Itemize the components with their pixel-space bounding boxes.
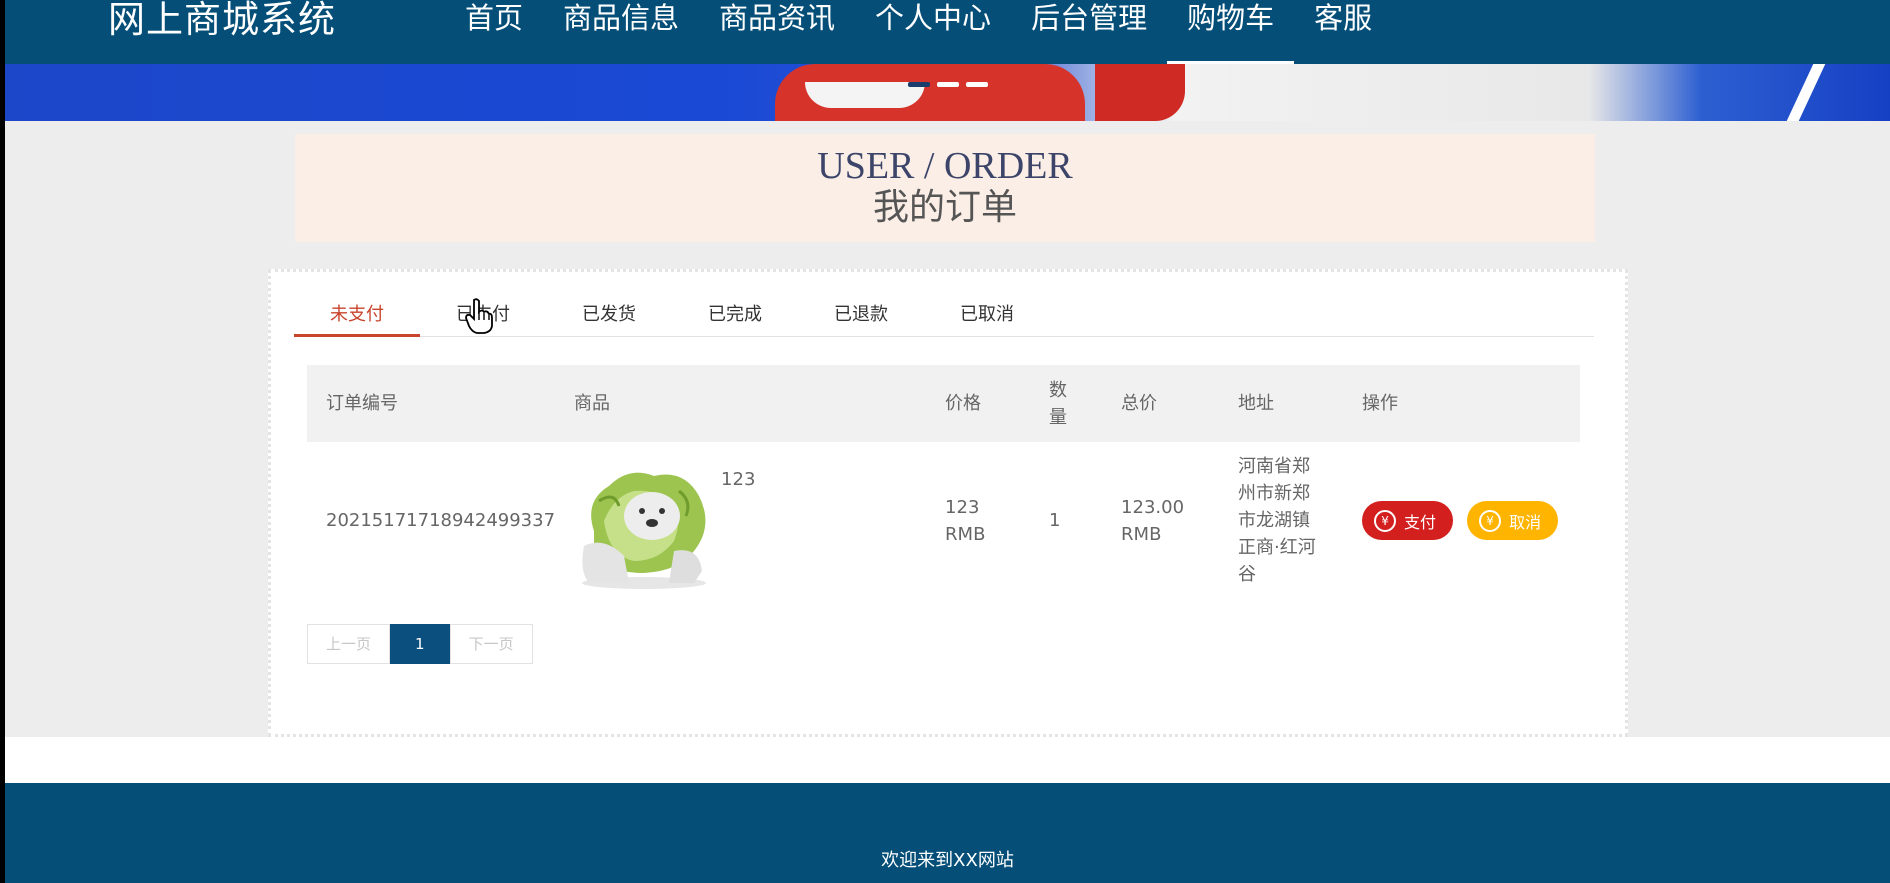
carousel-dot[interactable]	[966, 82, 988, 87]
pagination: 上一页 1 下一页	[307, 624, 533, 664]
delivery-address: 河南省郑州市新郑市龙湖镇正商·红河谷	[1238, 456, 1316, 585]
nav-news[interactable]: 商品资讯	[699, 0, 855, 64]
nav-service[interactable]: 客服	[1294, 0, 1392, 64]
goods-thumbnail-image[interactable]	[574, 461, 711, 591]
order-total: 123.00 RMB	[1121, 496, 1185, 545]
pay-button-label: 支付	[1404, 512, 1437, 532]
banner-jersey-image	[1095, 64, 1185, 121]
goods-name[interactable]: 123	[721, 466, 755, 493]
site-brand[interactable]: 网上商城系统	[108, 0, 336, 40]
col-ops: 操作	[1362, 393, 1399, 414]
yen-icon: ¥	[1479, 509, 1502, 532]
tab-cancelled[interactable]: 已取消	[924, 296, 1050, 336]
order-number: 20215171718942499337	[326, 510, 556, 531]
hand-cursor-icon	[465, 298, 493, 334]
goods-price: 123 RMB	[945, 496, 986, 545]
page-title-block: USER / ORDER 我的订单	[295, 134, 1595, 242]
table-row: 20215171718942499337 123 123 RMB 1 123.0…	[307, 442, 1580, 599]
col-order-no: 订单编号	[326, 393, 398, 414]
pay-button[interactable]: ¥ 支付	[1362, 501, 1454, 540]
tab-shipped[interactable]: 已发货	[546, 296, 672, 336]
top-nav-bar: 网上商城系统 首页 商品信息 商品资讯 个人中心 后台管理 购物车 客服	[5, 0, 1890, 64]
prev-page-button[interactable]: 上一页	[307, 624, 391, 664]
carousel-dot[interactable]	[908, 82, 930, 87]
col-goods: 商品	[574, 393, 611, 414]
cancel-button-label: 取消	[1509, 512, 1542, 532]
order-table: 订单编号 商品 价格 数量 总价 地址 操作 20215171718942499…	[307, 365, 1580, 599]
next-page-button[interactable]: 下一页	[449, 624, 533, 664]
page-title: 我的订单	[872, 187, 1017, 228]
tab-completed[interactable]: 已完成	[672, 296, 798, 336]
tab-refunded[interactable]: 已退款	[798, 296, 924, 336]
col-qty: 数量	[1049, 379, 1068, 428]
cancel-button[interactable]: ¥ 取消	[1467, 501, 1559, 540]
tab-unpaid[interactable]: 未支付	[294, 296, 420, 337]
main-nav: 首页 商品信息 商品资讯 个人中心 后台管理 购物车 客服	[445, 0, 1392, 64]
footer: 欢迎来到XX网站	[5, 783, 1890, 883]
page-number-button[interactable]: 1	[390, 624, 450, 664]
page: 网上商城系统 首页 商品信息 商品资讯 个人中心 后台管理 购物车 客服 USE…	[5, 0, 1890, 883]
col-price: 价格	[945, 393, 982, 414]
goods-cell: 123	[555, 442, 926, 599]
footer-text: 欢迎来到XX网站	[881, 850, 1014, 871]
nav-cart[interactable]: 购物车	[1167, 0, 1295, 64]
carousel-dot[interactable]	[937, 82, 959, 87]
order-card: 未支付 已支付 已发货 已完成 已退款 已取消 订单编号 商品 价格 数量 总价…	[268, 269, 1628, 737]
nav-admin[interactable]: 后台管理	[1011, 0, 1167, 64]
content-bottom-strip	[5, 737, 1890, 783]
ops-cell: ¥ 支付 ¥ 取消	[1343, 442, 1580, 599]
table-header-row: 订单编号 商品 价格 数量 总价 地址 操作	[307, 365, 1580, 442]
banner-carousel[interactable]	[5, 64, 1890, 121]
goods-quantity: 1	[1049, 510, 1061, 531]
nav-home[interactable]: 首页	[445, 0, 543, 64]
banner-stripe	[1786, 64, 1826, 121]
page-title-en: USER / ORDER	[817, 145, 1073, 187]
nav-profile[interactable]: 个人中心	[855, 0, 1011, 64]
banner-shoe-sole	[805, 82, 925, 108]
yen-icon: ¥	[1374, 509, 1397, 532]
col-address: 地址	[1238, 393, 1275, 414]
nav-products[interactable]: 商品信息	[543, 0, 699, 64]
col-total: 总价	[1121, 393, 1158, 414]
carousel-dots	[908, 82, 988, 87]
